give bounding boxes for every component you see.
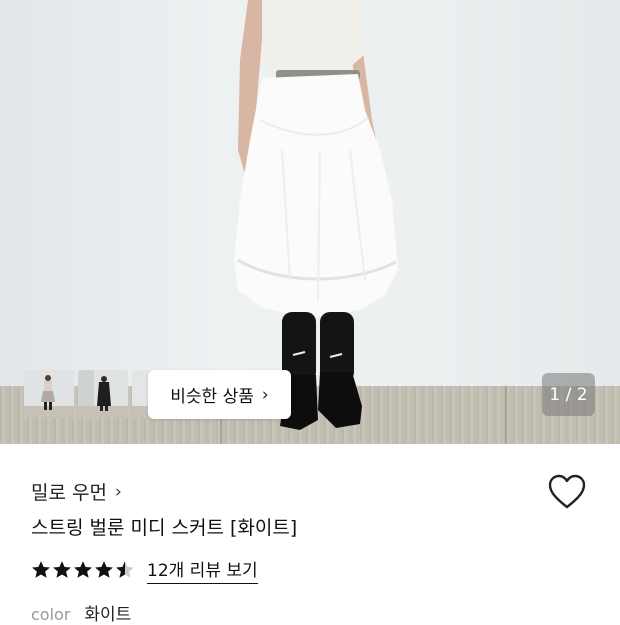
chevron-right-icon: ›: [114, 481, 122, 502]
star-icon: [53, 561, 71, 578]
product-title: 스트링 벌룬 미디 스커트 [화이트]: [31, 517, 298, 539]
star-icon: [32, 561, 50, 578]
star-icon: [74, 561, 92, 578]
option-value: 화이트: [84, 605, 132, 625]
rating-row: 12개 리뷰 보기: [31, 556, 258, 584]
product-image[interactable]: 비슷한 상품 › 1 / 2: [0, 0, 620, 444]
similar-products-button[interactable]: 비슷한 상품 ›: [148, 370, 291, 419]
brand-name: 밀로 우먼: [31, 482, 107, 504]
review-link[interactable]: 12개 리뷰 보기: [147, 556, 258, 584]
thumbnail-1[interactable]: [24, 370, 74, 418]
similar-products-label: 비슷한 상품: [170, 387, 254, 407]
star-rating: [31, 560, 135, 580]
product-info: 밀로 우먼 › 스트링 벌룬 미디 스커트 [화이트] 12개 리뷰 보기 co…: [0, 444, 620, 625]
thumbnail-2[interactable]: [78, 370, 128, 418]
star-icon: [95, 561, 113, 578]
option-row: color 화이트: [31, 600, 131, 625]
thumbnail-strip: [24, 370, 154, 418]
image-pager: 1 / 2: [542, 373, 595, 416]
star-icon: [116, 561, 134, 578]
chevron-right-icon: ›: [261, 384, 269, 405]
option-label: color: [31, 605, 71, 624]
brand-link[interactable]: 밀로 우먼 ›: [31, 478, 122, 505]
heart-outline-icon[interactable]: [548, 474, 586, 510]
